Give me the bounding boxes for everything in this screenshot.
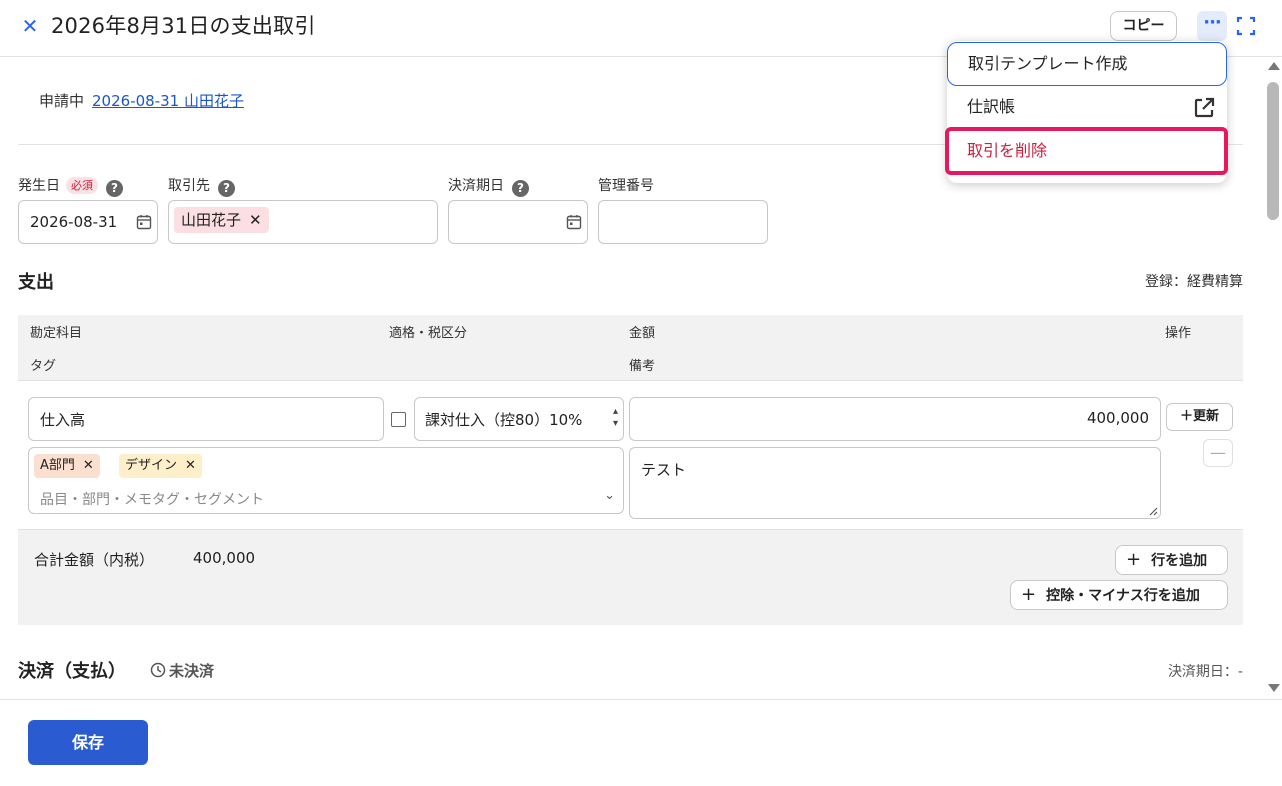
- total-value: 400,000: [193, 549, 256, 567]
- expense-section-title: 支出: [18, 272, 54, 293]
- tag-placeholder: 品目・部門・メモタグ・セグメント: [40, 492, 264, 508]
- due-date-input[interactable]: [448, 200, 588, 244]
- total-label: 合計金額（内税）: [34, 551, 155, 569]
- expand-icon[interactable]: [1234, 13, 1258, 39]
- remove-row-button[interactable]: —: [1203, 439, 1233, 467]
- due-date-label: 決済期日?: [448, 175, 529, 197]
- more-options-button[interactable]: ···: [1197, 11, 1227, 41]
- header-amount: 金額: [629, 326, 656, 341]
- scroll-down-icon[interactable]: [1268, 684, 1280, 692]
- page-title: 2026年8月31日の支出取引: [51, 14, 316, 38]
- header-account: 勘定科目: [30, 326, 83, 341]
- header-tax: 適格・税区分: [389, 326, 468, 341]
- resize-handle-icon[interactable]: [1148, 506, 1158, 516]
- scroll-thumb[interactable]: [1267, 82, 1279, 220]
- application-link[interactable]: 2026-08-31 山田花子: [92, 92, 244, 110]
- settlement-section-title: 決済（支払）: [18, 661, 126, 682]
- select-arrows-icon: ▴ ▾: [612, 406, 618, 429]
- header-ops: 操作: [1165, 326, 1192, 341]
- scroll-up-icon[interactable]: [1268, 62, 1280, 70]
- update-button[interactable]: ＋更新: [1166, 403, 1233, 431]
- save-button[interactable]: 保存: [28, 720, 148, 765]
- memo-textarea[interactable]: テスト: [629, 447, 1161, 519]
- required-badge: 必須: [66, 177, 98, 194]
- settlement-status: 未決済: [150, 660, 214, 681]
- help-icon[interactable]: ?: [106, 180, 123, 197]
- partner-label: 取引先?: [168, 175, 235, 197]
- remove-icon[interactable]: ✕: [83, 458, 94, 473]
- total-area: 合計金額（内税） 400,000 + 行を追加 + 控除・マイナス行を追加: [18, 529, 1243, 625]
- more-options-menu: 取引テンプレート作成 仕訳帳 取引を削除: [945, 41, 1228, 183]
- settlement-due-note: 決済期日：-: [1167, 664, 1243, 680]
- dialog-footer: 保存: [0, 699, 1282, 786]
- amount-input[interactable]: 400,000: [629, 397, 1161, 441]
- menu-item-delete-transaction[interactable]: 取引を削除: [945, 127, 1228, 175]
- plus-icon: +: [1021, 584, 1037, 605]
- tag-select[interactable]: A部門 ✕ デザイン ✕ 品目・部門・メモタグ・セグメント ⌄: [28, 447, 624, 514]
- add-row-button[interactable]: + 行を追加: [1115, 545, 1228, 575]
- calendar-icon[interactable]: [136, 214, 152, 230]
- partner-chip: 山田花子 ✕: [174, 207, 269, 233]
- partner-input[interactable]: 山田花子 ✕: [168, 200, 438, 244]
- status-label: 申請中: [39, 92, 85, 110]
- scrollbar[interactable]: [1264, 57, 1282, 699]
- table-header: 勘定科目 適格・税区分 金額 操作 タグ 備考: [18, 315, 1243, 381]
- calendar-icon[interactable]: [566, 214, 582, 230]
- help-icon[interactable]: ?: [512, 180, 529, 197]
- help-icon[interactable]: ?: [218, 180, 235, 197]
- date-value: 2026-08-31: [30, 213, 118, 231]
- remove-icon[interactable]: ✕: [249, 211, 262, 229]
- management-number-label: 管理番号: [598, 178, 654, 194]
- chevron-down-icon: ⌄: [604, 488, 615, 503]
- close-icon[interactable]: ✕: [18, 12, 42, 40]
- plus-icon: +: [1126, 549, 1142, 570]
- add-deduction-row-button[interactable]: + 控除・マイナス行を追加: [1010, 580, 1228, 610]
- date-input[interactable]: 2026-08-31: [18, 200, 158, 244]
- header-tag: タグ: [30, 359, 57, 374]
- status-row: 申請中 2026-08-31 山田花子: [39, 90, 244, 111]
- account-select[interactable]: 仕入高: [28, 397, 384, 441]
- copy-button[interactable]: コピー: [1110, 11, 1177, 41]
- date-label: 発生日 必須?: [18, 175, 123, 197]
- management-number-input[interactable]: [598, 200, 768, 244]
- header-memo: 備考: [629, 359, 656, 374]
- menu-item-journal[interactable]: 仕訳帳: [947, 86, 1227, 130]
- registration-note: 登録：経費精算: [1145, 274, 1243, 290]
- tax-select[interactable]: 課対仕入（控80）10% ▴ ▾: [414, 397, 624, 441]
- remove-icon[interactable]: ✕: [185, 458, 196, 473]
- qualified-checkbox[interactable]: [391, 412, 406, 427]
- tag-chip: A部門 ✕: [34, 454, 100, 478]
- clock-icon: [150, 662, 166, 678]
- menu-item-create-template[interactable]: 取引テンプレート作成: [947, 42, 1227, 86]
- external-link-icon: [1194, 97, 1215, 118]
- tag-chip: デザイン ✕: [119, 454, 202, 478]
